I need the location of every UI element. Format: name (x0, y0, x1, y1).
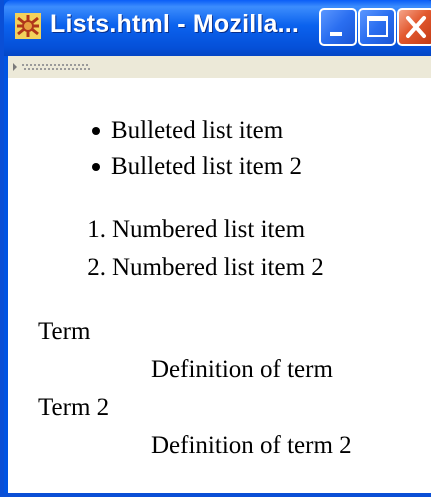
list-item-text: Numbered list item 2 (112, 254, 324, 281)
bulleted-list: Bulleted list item Bulleted list item 2 (8, 113, 431, 185)
bullet-icon (92, 163, 100, 171)
list-item-text: Bulleted list item (111, 117, 284, 144)
list-item: 1. Numbered list item (8, 211, 431, 249)
definition-description: Definition of term (151, 356, 333, 383)
list-item: Bulleted list item 2 (8, 149, 431, 185)
definition-term: Term (38, 318, 91, 345)
maximize-button[interactable] (358, 8, 396, 46)
definition-term: Term 2 (38, 394, 110, 421)
definition-list: Term Definition of term Term 2 Definitio… (8, 313, 431, 465)
minimize-icon (330, 32, 342, 36)
toolbar-grippy-icon[interactable] (12, 62, 94, 72)
list-item-text: Numbered list item (112, 216, 306, 243)
bullet-icon (92, 127, 100, 135)
definition-description: Definition of term 2 (151, 432, 352, 459)
numbered-list: 1. Numbered list item 2. Numbered list i… (8, 211, 431, 287)
window-title: Lists.html - Mozilla... (50, 10, 300, 38)
list-item-text: Bulleted list item 2 (111, 153, 302, 180)
maximize-icon (367, 16, 388, 37)
list-item: 2. Numbered list item 2 (8, 249, 431, 287)
collapsed-toolbar[interactable] (8, 56, 431, 79)
list-item-number: 1. (87, 216, 106, 243)
list-item: Bulleted list item (8, 113, 431, 149)
close-icon (406, 16, 426, 38)
page-content: Bulleted list item Bulleted list item 2 … (8, 78, 431, 493)
browser-window: Lists.html - Mozilla... Bulleted list it… (0, 0, 431, 497)
close-button[interactable] (397, 8, 431, 46)
mozilla-app-icon[interactable] (14, 12, 42, 40)
title-bar[interactable]: Lists.html - Mozilla... (4, 0, 431, 56)
minimize-button[interactable] (319, 8, 357, 46)
list-item-number: 2. (87, 254, 106, 281)
